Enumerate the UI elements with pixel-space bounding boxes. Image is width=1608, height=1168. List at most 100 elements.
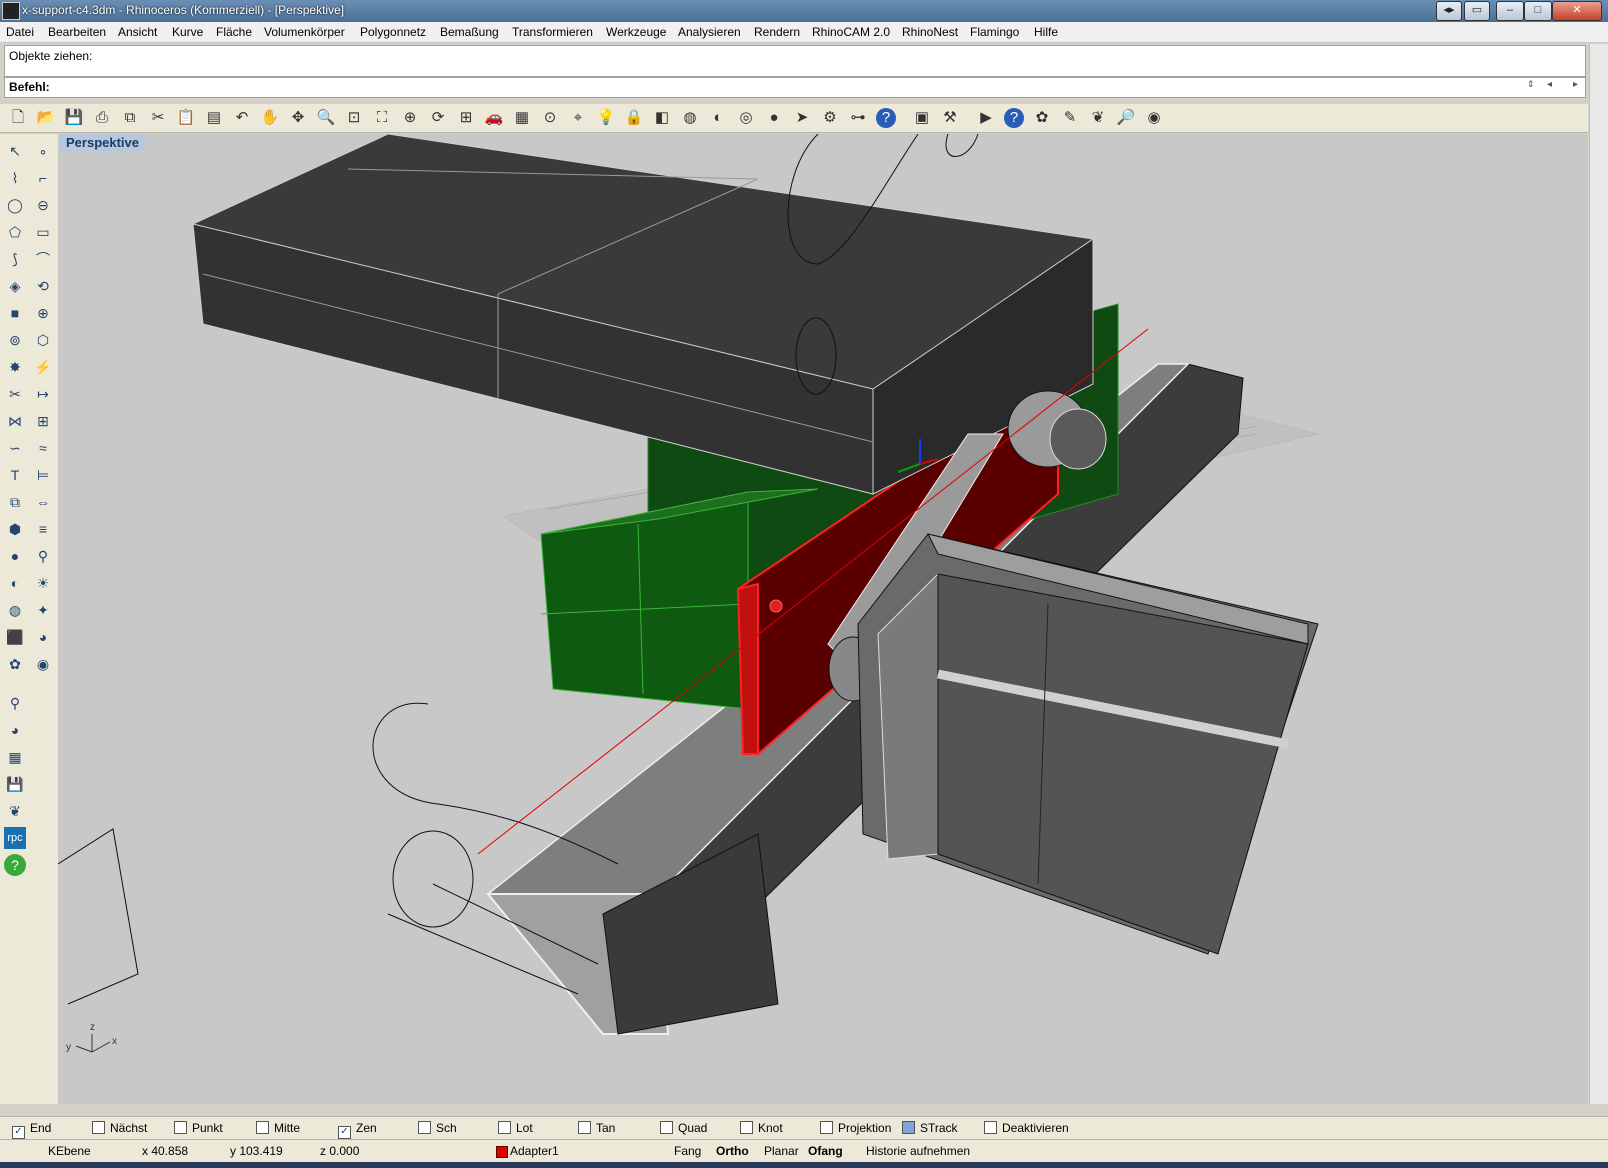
- viewport-title-tab[interactable]: Perspektive: [60, 134, 145, 151]
- pan-icon[interactable]: ✋: [260, 108, 280, 128]
- render-sphere-icon[interactable]: ●: [4, 545, 26, 567]
- print-icon[interactable]: ⎙: [92, 108, 112, 128]
- restore-sidebar-icon[interactable]: ◂▸: [1436, 1, 1462, 21]
- box-icon[interactable]: ■: [4, 302, 26, 324]
- save-render-icon[interactable]: 💾: [4, 773, 26, 795]
- menu-rendern[interactable]: Rendern: [754, 25, 800, 39]
- explode-icon[interactable]: ✸: [4, 356, 26, 378]
- boolean-icon[interactable]: ⊕: [32, 302, 54, 324]
- paint-icon[interactable]: ✎: [1060, 108, 1080, 128]
- help-tool-icon[interactable]: ?: [4, 854, 26, 876]
- render-icon[interactable]: ◎: [736, 108, 756, 128]
- planar-toggle[interactable]: Planar: [764, 1144, 799, 1158]
- osnap-icon[interactable]: ⌖: [568, 108, 588, 128]
- zoom-selected-icon[interactable]: ⊕: [400, 108, 420, 128]
- play-icon[interactable]: ▶: [976, 108, 996, 128]
- scroll-right-icon[interactable]: ▸: [1573, 79, 1578, 90]
- rotate-view-icon[interactable]: ⟳: [428, 108, 448, 128]
- light-icon[interactable]: 💡: [596, 108, 616, 128]
- help-icon[interactable]: ?: [876, 108, 896, 128]
- ortho-toggle[interactable]: Ortho: [716, 1144, 749, 1158]
- blend-icon[interactable]: ≈: [32, 437, 54, 459]
- viewport-layout-icon[interactable]: ⊞: [456, 108, 476, 128]
- lock-icon[interactable]: 🔒: [624, 108, 644, 128]
- sun-icon[interactable]: ☀: [32, 572, 54, 594]
- maximize-button[interactable]: □: [1524, 1, 1552, 21]
- osnap-mitte[interactable]: Mitte: [256, 1121, 300, 1135]
- osnap-checkbox[interactable]: ✓: [338, 1126, 351, 1139]
- array-icon[interactable]: ⧉: [4, 491, 26, 513]
- osnap-strack[interactable]: STrack: [902, 1121, 958, 1135]
- osnap-sch[interactable]: Sch: [418, 1121, 457, 1135]
- menu-rhinocam[interactable]: RhinoCAM 2.0: [812, 25, 890, 39]
- zoom-icon[interactable]: 🔍: [316, 108, 336, 128]
- extend-icon[interactable]: ↦: [32, 383, 54, 405]
- vertical-scrollbar[interactable]: [1589, 44, 1608, 1104]
- light-tool-icon[interactable]: ✦: [32, 599, 54, 621]
- sphere-icon[interactable]: ●: [764, 108, 784, 128]
- rhino-app-icon[interactable]: [2, 2, 20, 20]
- rectangle-icon[interactable]: ▭: [32, 221, 54, 243]
- new-file-icon[interactable]: 🗋: [8, 108, 28, 128]
- color-icon[interactable]: ◍: [680, 108, 700, 128]
- spin-up-down-icon[interactable]: ⇕: [1527, 79, 1535, 90]
- join-icon[interactable]: ⋈: [4, 410, 26, 432]
- cut-icon[interactable]: ✂: [148, 108, 168, 128]
- osnap-tan[interactable]: Tan: [578, 1121, 615, 1135]
- osnap-checkbox[interactable]: [174, 1121, 187, 1134]
- osnap-checkbox[interactable]: [578, 1121, 591, 1134]
- fillet-icon[interactable]: ⌒: [32, 248, 54, 270]
- menu-hilfe[interactable]: Hilfe: [1034, 25, 1058, 39]
- osnap-deaktivieren[interactable]: Deaktivieren: [984, 1121, 1069, 1135]
- layer-icon[interactable]: ◧: [652, 108, 672, 128]
- ball-icon[interactable]: ◕: [32, 626, 54, 648]
- polygon-icon[interactable]: ⬠: [4, 221, 26, 243]
- curve-icon[interactable]: ∽: [4, 437, 26, 459]
- mesh-icon[interactable]: ⬡: [32, 329, 54, 351]
- save-icon[interactable]: 💾: [64, 108, 84, 128]
- paste-icon[interactable]: 📋: [176, 108, 196, 128]
- earth-icon[interactable]: ◉: [1144, 108, 1164, 128]
- menu-flaeche[interactable]: Fläche: [216, 25, 252, 39]
- clipboard-icon[interactable]: ▤: [204, 108, 224, 128]
- current-layer[interactable]: Adapter1: [510, 1144, 559, 1158]
- osnap-end[interactable]: ✓ End: [12, 1121, 51, 1139]
- scene-render[interactable]: z y x: [58, 134, 1588, 1104]
- offset-icon[interactable]: ⟆: [4, 248, 26, 270]
- polyline-icon[interactable]: ⌇: [4, 167, 26, 189]
- magnifier-icon[interactable]: ⚲: [4, 692, 26, 714]
- osnap-checkbox[interactable]: [660, 1121, 673, 1134]
- gear-icon[interactable]: ⚙: [820, 108, 840, 128]
- rotate-sphere-icon[interactable]: ◕: [4, 719, 26, 741]
- pointer-icon[interactable]: ➤: [792, 108, 812, 128]
- command-input[interactable]: [53, 79, 1453, 94]
- shade-tool-icon[interactable]: ◐: [4, 572, 26, 594]
- tile-icon[interactable]: ▭: [1464, 1, 1490, 21]
- menu-polygonnetz[interactable]: Polygonnetz: [360, 25, 426, 39]
- menu-kurve[interactable]: Kurve: [172, 25, 203, 39]
- osnap-checkbox[interactable]: [92, 1121, 105, 1134]
- split-icon[interactable]: ⚡: [32, 356, 54, 378]
- osnap-checkbox[interactable]: [984, 1121, 997, 1134]
- menu-datei[interactable]: Datei: [6, 25, 34, 39]
- surface-icon[interactable]: ◈: [4, 275, 26, 297]
- osnap-checkbox[interactable]: ✓: [12, 1126, 25, 1139]
- osnap-checkbox[interactable]: [820, 1121, 833, 1134]
- dimension-icon[interactable]: ⊨: [32, 464, 54, 486]
- text-icon[interactable]: T: [4, 464, 26, 486]
- menu-transformieren[interactable]: Transformieren: [512, 25, 593, 39]
- select-icon[interactable]: ↖: [4, 140, 26, 162]
- close-button[interactable]: ✕: [1552, 1, 1602, 21]
- ellipse-icon[interactable]: ⊖: [32, 194, 54, 216]
- help-icon-2[interactable]: ?: [1004, 108, 1024, 128]
- osnap-knot[interactable]: Knot: [740, 1121, 783, 1135]
- zoom-tool-icon[interactable]: ⚲: [32, 545, 54, 567]
- flamingo-icon[interactable]: ✿: [1032, 108, 1052, 128]
- rotate-icon[interactable]: ⟲: [32, 275, 54, 297]
- cplane-label[interactable]: KEbene: [48, 1144, 91, 1158]
- copy-icon[interactable]: ⧉: [120, 108, 140, 128]
- osnap-checkbox[interactable]: [418, 1121, 431, 1134]
- zoom-window-icon[interactable]: ⊡: [344, 108, 364, 128]
- osnap-zen[interactable]: ✓ Zen: [338, 1121, 377, 1139]
- osnap-checkbox[interactable]: [902, 1121, 915, 1134]
